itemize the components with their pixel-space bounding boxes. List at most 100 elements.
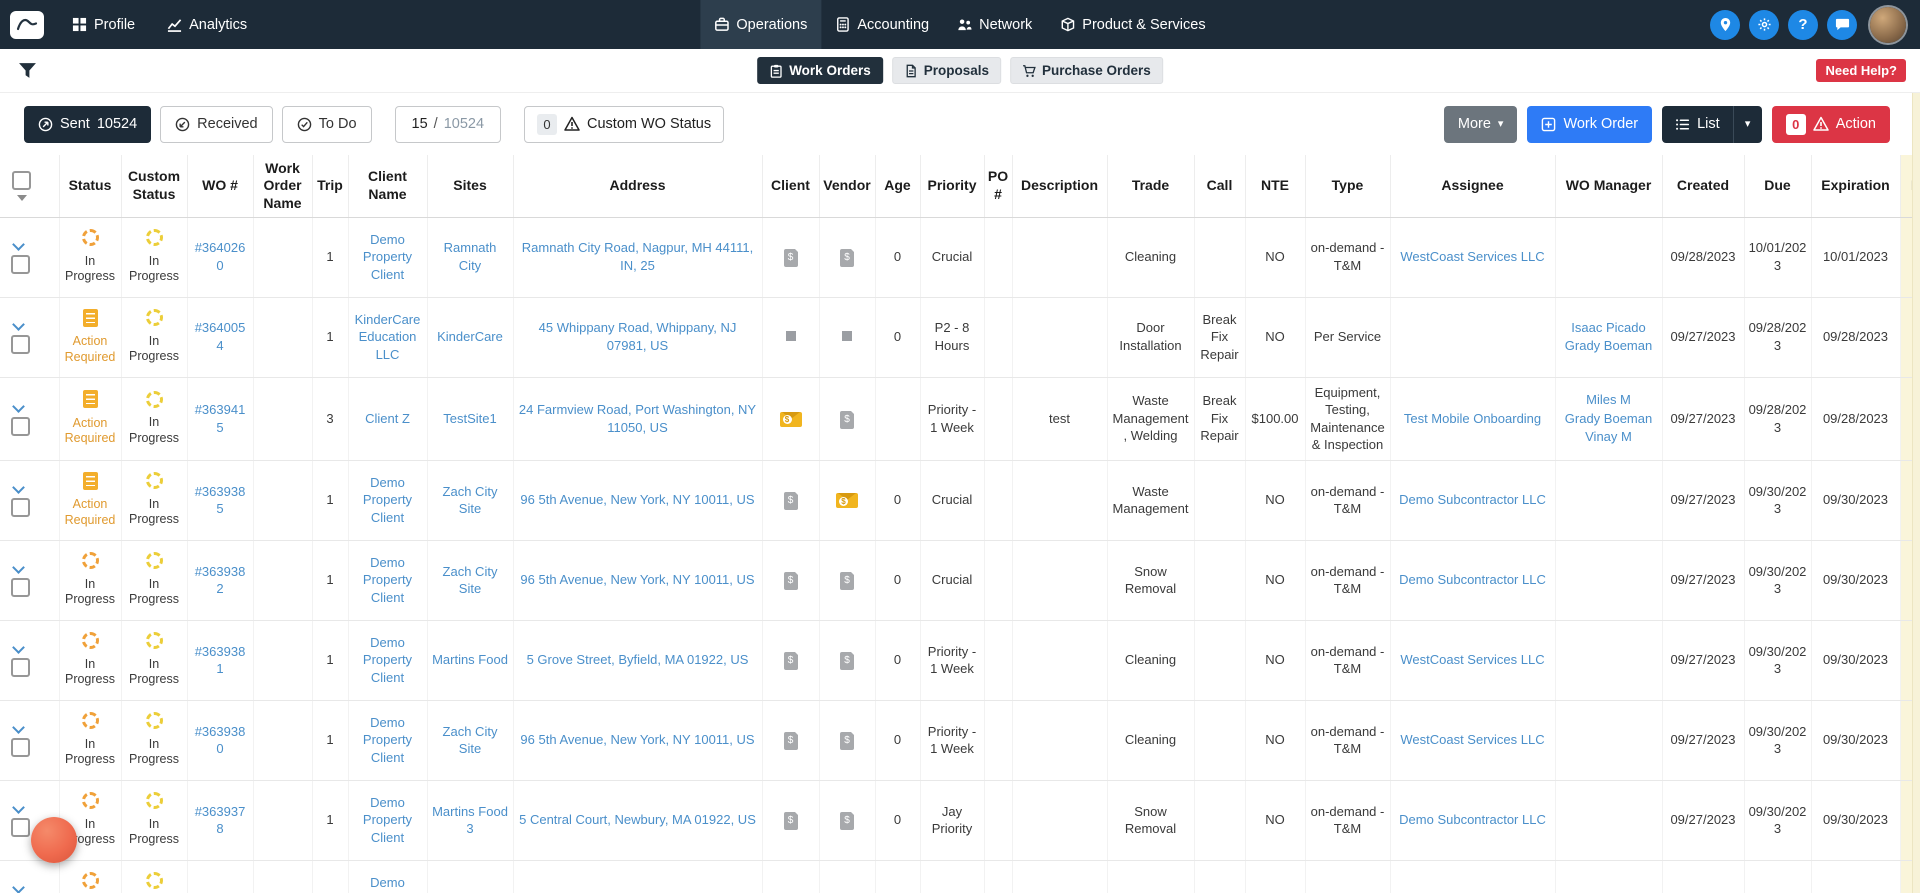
select-all-checkbox[interactable] [12,170,31,190]
row-checkbox[interactable] [11,255,30,274]
address-link[interactable]: Ramnath City Road, Nagpur, MH 44111, IN,… [522,240,753,273]
wo-number-link[interactable]: #3640260 [195,240,246,273]
nav-profile[interactable]: Profile [58,0,149,49]
column-header-nte[interactable]: NTE [1245,155,1306,218]
column-header-type[interactable]: Type [1305,155,1391,218]
client-name-link[interactable]: KinderCare Education LLC [355,312,421,362]
column-header-age[interactable]: Age [875,155,921,218]
vertical-scrollbar[interactable] [1912,93,1920,893]
app-logo[interactable] [10,10,44,39]
address-link[interactable]: 96 5th Avenue, New York, NY 10011, US [520,732,754,747]
messages-button[interactable] [1827,9,1857,40]
site-link[interactable]: Martins Food [432,652,508,667]
expand-chevron-icon[interactable] [12,399,25,413]
received-filter-button[interactable]: Received [160,105,273,143]
user-avatar[interactable] [1870,6,1906,43]
assignee-link[interactable]: Demo Subcontractor LLC [1399,492,1546,507]
client-name-link[interactable]: Demo Property Client [363,232,412,282]
address-link[interactable]: 5 Grove Street, Byfield, MA 01922, US [527,652,749,667]
row-checkbox[interactable] [11,658,30,678]
expand-chevron-icon[interactable] [12,801,25,815]
wo-number-link[interactable]: #3640054 [195,320,246,353]
column-header-wo_number[interactable]: WO # [187,155,254,218]
address-link[interactable]: 96 5th Avenue, New York, NY 10011, US [520,572,754,587]
column-header-client_doc[interactable]: Client [762,155,820,218]
column-header-client_name[interactable]: Client Name [348,155,428,218]
site-link[interactable]: Martins Food 3 [432,804,508,837]
client-name-link[interactable]: Demo Property Client [363,475,412,525]
row-checkbox[interactable] [11,416,30,436]
page-indicator[interactable]: 15 / 10524 [394,105,502,143]
expand-chevron-icon[interactable] [12,641,25,655]
column-header-description[interactable]: Description [1012,155,1108,218]
nav-product-services[interactable]: Product & Services [1046,0,1219,49]
column-header-address[interactable]: Address [513,155,763,218]
wo-manager-link[interactable]: Isaac Picado [1571,320,1645,335]
wo-number-link[interactable]: #3639380 [195,724,246,757]
wo-manager-link[interactable]: Miles M [1586,392,1631,407]
client-name-link[interactable]: Demo Property Client [363,555,412,605]
client-name-link[interactable]: Demo Property Client [363,875,412,893]
client-name-link[interactable]: Demo Property Client [363,635,412,685]
address-link[interactable]: 5 Central Court, Newbury, MA 01922, US [519,812,756,827]
column-header-status[interactable]: Status [59,155,122,218]
select-menu-caret-icon[interactable] [17,194,27,201]
site-link[interactable]: Ramnath City [444,240,497,273]
more-button[interactable]: More ▾ [1443,105,1518,143]
client-name-link[interactable]: Client Z [365,411,410,426]
column-header-vendor_doc[interactable]: Vendor [819,155,876,218]
client-document-icon[interactable]: $ [783,811,799,831]
column-header-po_number[interactable]: PO # [984,155,1013,218]
vendor-document-icon[interactable]: $ [840,409,855,429]
vendor-document-icon[interactable]: $ [840,248,855,267]
client-document-icon[interactable]: $ [783,731,799,751]
column-header-created[interactable]: Created [1662,155,1745,218]
client-document-icon[interactable]: $ [783,491,799,511]
site-link[interactable]: TestSite1 [443,411,496,426]
filter-button[interactable] [0,62,37,79]
column-header-due[interactable]: Due [1744,155,1812,218]
add-work-order-button[interactable]: Work Order [1527,105,1653,143]
row-checkbox[interactable] [11,498,30,518]
site-link[interactable]: Zach City Site [443,724,498,757]
expand-chevron-icon[interactable] [12,481,25,495]
address-link[interactable]: 96 5th Avenue, New York, NY 10011, US [520,492,754,507]
tab-work-orders[interactable]: Work Orders [757,57,883,84]
wo-number-link[interactable]: #3639382 [195,564,246,597]
column-header-trade[interactable]: Trade [1107,155,1195,218]
assignee-link[interactable]: Test Mobile Onboarding [1404,411,1541,426]
wo-number-link[interactable]: #3639378 [195,804,246,837]
settings-button[interactable] [1749,9,1779,40]
site-link[interactable]: Zach City Site [443,564,498,597]
location-button[interactable] [1710,9,1740,40]
help-button[interactable]: ? [1788,9,1818,40]
row-checkbox[interactable] [11,335,30,354]
assignee-link[interactable]: WestCoast Services LLC [1400,652,1544,667]
assignee-link[interactable]: WestCoast Services LLC [1400,732,1544,747]
row-checkbox[interactable] [11,578,30,598]
nav-analytics[interactable]: Analytics [153,0,261,49]
expand-chevron-icon[interactable] [12,561,25,575]
column-header-priority[interactable]: Priority [920,155,985,218]
row-checkbox[interactable] [11,818,30,838]
client-name-link[interactable]: Demo Property Client [363,715,412,765]
column-header-site[interactable]: Sites [427,155,514,218]
client-name-link[interactable]: Demo Property Client [363,795,412,845]
expand-chevron-icon[interactable] [12,881,25,893]
assignee-link[interactable]: WestCoast Services LLC [1400,249,1544,264]
custom-wo-status-button[interactable]: 0 Custom WO Status [524,105,725,143]
column-header-wo_manager[interactable]: WO Manager [1555,155,1663,218]
wo-number-link[interactable]: #3639415 [195,402,246,435]
expand-chevron-icon[interactable] [12,238,25,251]
tab-purchase-orders[interactable]: Purchase Orders [1010,57,1163,84]
view-mode-caret-button[interactable]: ▾ [1733,105,1762,143]
nav-accounting[interactable]: Accounting [821,0,943,49]
address-link[interactable]: 24 Farmview Road, Port Washington, NY 11… [519,402,756,435]
nav-network[interactable]: Network [943,0,1046,49]
wo-manager-link[interactable]: Grady Boeman [1565,338,1652,353]
wo-manager-link[interactable]: Grady Boeman [1565,411,1652,426]
tab-proposals[interactable]: Proposals [891,57,1001,84]
sent-filter-button[interactable]: Sent 10524 [24,105,152,143]
vendor-document-icon[interactable]: $ [840,811,855,831]
client-document-icon[interactable]: $ [783,651,799,671]
